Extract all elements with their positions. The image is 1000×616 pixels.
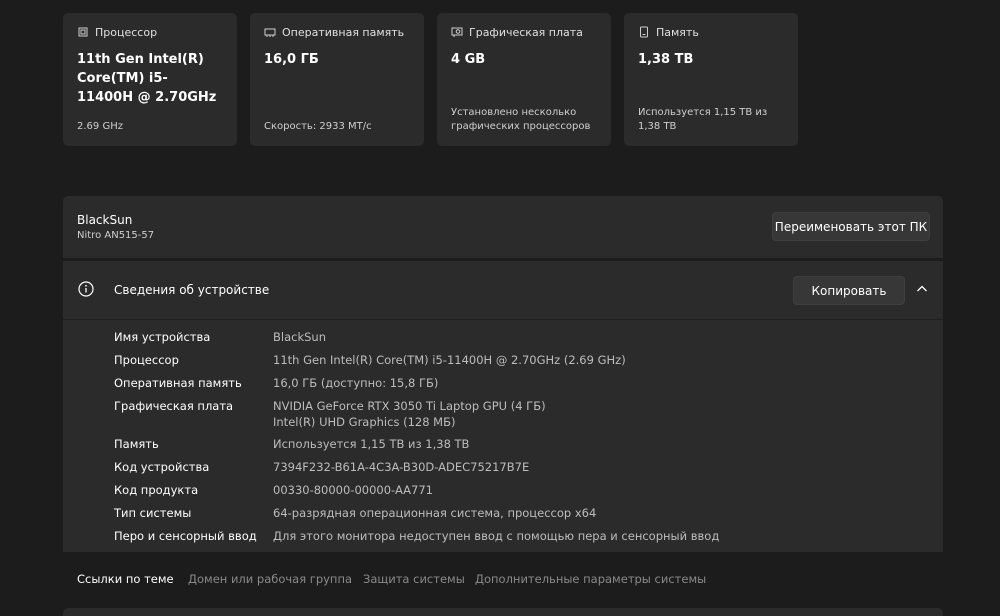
chevron-up-icon[interactable] [914, 281, 930, 297]
pc-name: BlackSun [77, 213, 133, 227]
card-subtext: Используется 1,15 ТВ из 1,38 ТВ [638, 107, 768, 132]
link-system-protection[interactable]: Защита системы [363, 572, 465, 586]
card-ram: Оперативная память 16,0 ГБ Скорость: 293… [250, 13, 424, 146]
link-advanced-system-settings[interactable]: Дополнительные параметры системы [475, 572, 706, 586]
card-subtext: 2.69 GHz [77, 121, 123, 132]
spec-label: Графическая плата [114, 399, 234, 413]
card-storage: Память 1,38 ТВ Используется 1,15 ТВ из 1… [624, 13, 798, 146]
copy-button[interactable]: Копировать [793, 276, 905, 305]
related-links: Ссылки по теме Домен или рабочая группа … [63, 552, 943, 606]
card-value: 11th Gen Intel(R) Core(TM) i5-11400H @ 2… [77, 52, 217, 105]
card-value: 1,38 ТВ [638, 52, 694, 67]
rename-pc-button[interactable]: Переименовать этот ПК [772, 212, 930, 241]
spec-value: 11th Gen Intel(R) Core(TM) i5-11400H @ 2… [273, 353, 626, 367]
cpu-icon [77, 26, 89, 38]
device-specs-panel: Сведения об устройстве Копировать Имя ус… [63, 261, 943, 552]
pc-name-panel: BlackSun Nitro AN515-57 Переименовать эт… [63, 196, 943, 258]
card-label: Графическая плата [469, 25, 583, 39]
spec-label: Тип системы [114, 506, 192, 520]
card-label: Процессор [95, 25, 158, 39]
spec-label: Оперативная память [114, 376, 242, 390]
card-label: Оперативная память [282, 25, 405, 39]
card-value: 16,0 ГБ [264, 52, 319, 67]
device-specs-title: Сведения об устройстве [114, 283, 270, 297]
card-subtext: Скорость: 2933 МТ/с [264, 121, 372, 132]
ram-icon [264, 26, 276, 38]
spec-value: 16,0 ГБ (доступно: 15,8 ГБ) [273, 376, 439, 390]
card-processor: Процессор 11th Gen Intel(R) Core(TM) i5-… [63, 13, 237, 146]
spec-value: NVIDIA GeForce RTX 3050 Ti Laptop GPU (4… [273, 399, 546, 413]
card-label: Память [656, 25, 699, 39]
card-gpu: Графическая плата 4 GB Установлено неско… [437, 13, 611, 146]
related-links-title: Ссылки по теме [77, 572, 174, 586]
spec-label: Процессор [114, 353, 179, 367]
spec-label: Код продукта [114, 483, 199, 497]
storage-icon [638, 26, 650, 38]
device-specs-header[interactable]: Сведения об устройстве Копировать [63, 261, 943, 320]
spec-value: Используется 1,15 ТВ из 1,38 ТВ [273, 437, 470, 451]
next-section-panel [63, 608, 943, 616]
spec-value: Для этого монитора недоступен ввод с пом… [273, 529, 720, 543]
spec-value: Intel(R) UHD Graphics (128 МБ) [273, 415, 456, 429]
pc-model: Nitro AN515-57 [77, 230, 155, 241]
gpu-icon [451, 26, 463, 38]
spec-value: 7394F232-B61A-4C3A-B30D-ADEC75217B7E [273, 460, 530, 474]
link-domain-workgroup[interactable]: Домен или рабочая группа [188, 572, 352, 586]
spec-value: 64-разрядная операционная система, проце… [273, 506, 597, 520]
spec-value: BlackSun [273, 330, 326, 344]
card-subtext: Установлено несколько графических процес… [451, 107, 591, 132]
card-value: 4 GB [451, 52, 486, 67]
spec-value: 00330-80000-00000-AA771 [273, 483, 433, 497]
spec-label: Перо и сенсорный ввод [114, 529, 257, 543]
spec-label: Имя устройства [114, 330, 211, 344]
spec-label: Память [114, 437, 159, 451]
info-icon [78, 281, 94, 297]
spec-label: Код устройства [114, 460, 210, 474]
